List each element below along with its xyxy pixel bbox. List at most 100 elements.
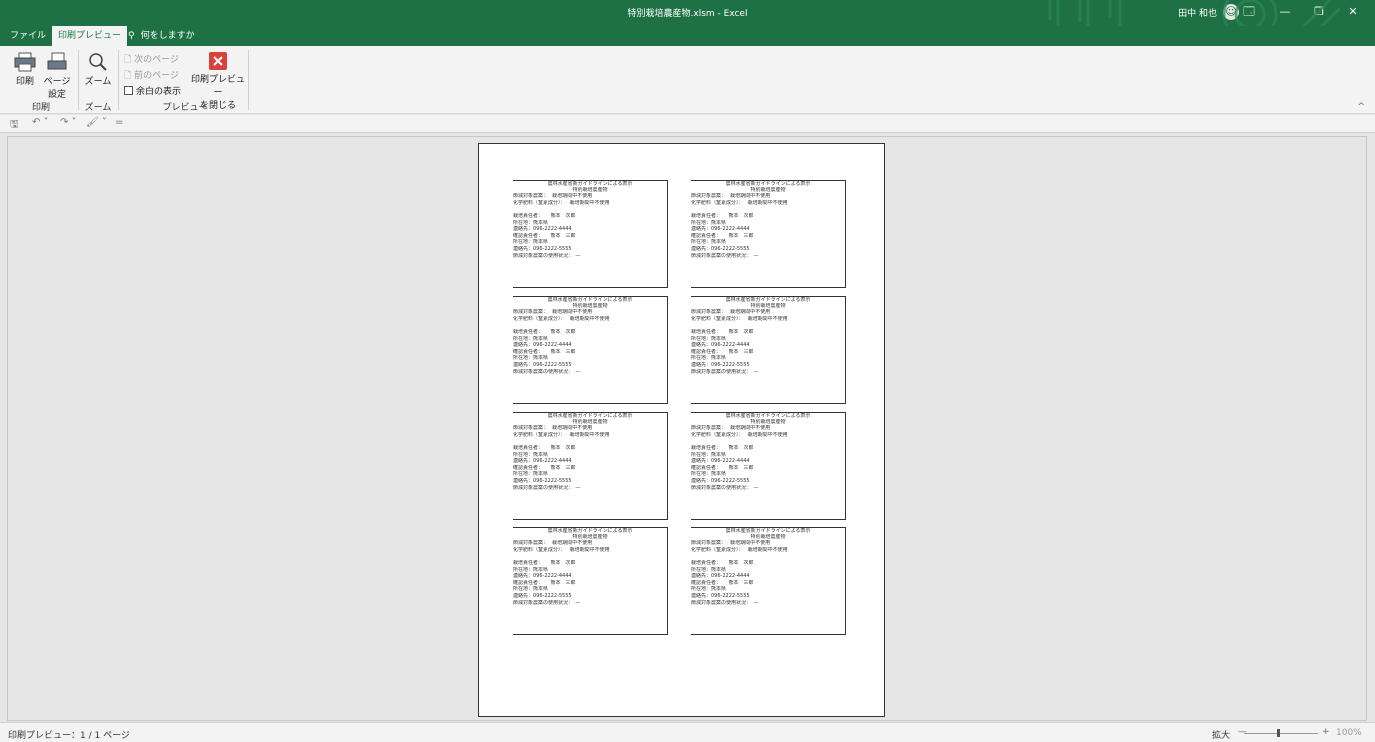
group-label-zoom: ズーム — [84, 103, 112, 113]
tab-file[interactable]: ファイル — [4, 26, 52, 46]
next-page-button[interactable]: 🗋 次のページ — [124, 52, 179, 68]
label-row: 確認責任者： 熊本 三郎 — [513, 232, 576, 239]
redo-icon[interactable]: ↷ ˅ — [60, 117, 77, 128]
label-block: 農林水産省新ガイドラインによる表示 特別栽培農産物 節減対象農薬： 栽培期間中不使用… — [691, 527, 846, 635]
label-row: 栽培責任者： 熊本 次郎 — [691, 559, 754, 566]
label-row: 連絡先：096-2222-5555 — [513, 361, 572, 368]
label-title: 農林水産省新ガイドラインによる表示 — [513, 296, 667, 303]
label-row: 所在地：熊本県 — [691, 451, 727, 458]
label-subtitle: 特別栽培農産物 — [750, 418, 786, 425]
label-row: 化学肥料（窒素成分）： 栽培期間中不使用 — [513, 315, 610, 322]
label-row: 節減対象農薬の使用状況： — — [513, 484, 581, 491]
label-row: 栽培責任者： 熊本 次郎 — [691, 328, 754, 335]
label-subtitle: 特別栽培農産物 — [750, 186, 786, 193]
label-spacer — [691, 206, 845, 213]
label-row: 確認責任者： 熊本 三郎 — [691, 464, 754, 471]
preview-page: 農林水産省新ガイドラインによる表示 特別栽培農産物 節減対象農薬： 栽培期間中不使用… — [478, 143, 885, 717]
label-row: 栽培責任者： 熊本 次郎 — [691, 444, 754, 451]
status-text: 印刷プレビュー：1 / 1 ページ — [8, 731, 130, 741]
label-row: 連絡先：096-2222-4444 — [513, 573, 572, 580]
page-setup-label-1: ページ — [43, 77, 71, 87]
tab-print-preview[interactable]: 印刷プレビュー — [52, 26, 128, 46]
label-row: 所在地：熊本県 — [513, 355, 549, 362]
label-block: 農林水産省新ガイドラインによる表示 特別栽培農産物 節減対象農薬： 栽培期間中不使用… — [691, 412, 846, 520]
page-setup-button[interactable]: ページ 設定 — [42, 52, 72, 100]
label-subtitle: 特別栽培農産物 — [750, 302, 786, 309]
label-row: 確認責任者： 熊本 三郎 — [513, 579, 576, 586]
label-row: 節減対象農薬の使用状況： — — [691, 484, 759, 491]
zoom-button[interactable]: ズーム — [84, 52, 112, 87]
label-subtitle: 特別栽培農産物 — [572, 418, 608, 425]
label-subtitle: 特別栽培農産物 — [572, 186, 608, 193]
next-page-label: 次のページ — [134, 55, 179, 65]
label-row: 節減対象農薬： 栽培期間中不使用 — [513, 425, 593, 432]
label-row: 栽培責任者： 熊本 次郎 — [513, 559, 576, 566]
zoom-slider-thumb[interactable] — [1277, 729, 1280, 737]
label-row: 節減対象農薬： 栽培期間中不使用 — [513, 309, 593, 316]
label-row: 栽培責任者： 熊本 次郎 — [691, 212, 754, 219]
label-row: 所在地：熊本県 — [691, 566, 727, 573]
zoom-percent: 100% — [1336, 728, 1362, 738]
label-row: 所在地：熊本県 — [691, 239, 727, 246]
prev-page-icon: 🗋 — [124, 71, 135, 81]
label-row: 連絡先：096-2222-5555 — [691, 592, 750, 599]
label-row: 連絡先：096-2222-4444 — [691, 458, 750, 465]
tell-me-box[interactable]: ⚲ 何をしますか — [128, 26, 195, 46]
label-row: 節減対象農薬の使用状況： — — [513, 599, 581, 606]
label-title: 農林水産省新ガイドラインによる表示 — [691, 527, 845, 534]
label-row: 連絡先：096-2222-4444 — [691, 342, 750, 349]
zoom-status-label[interactable]: 拡大 — [1212, 728, 1230, 741]
excel-window: 特別栽培農産物.xlsm - Excel 田中 和也 ☺ 🗔 — ❐ ✕ ファイ… — [0, 0, 1375, 742]
customize-qat-icon[interactable]: = — [115, 117, 123, 128]
label-row: 化学肥料（窒素成分）： 栽培期間中不使用 — [691, 199, 788, 206]
label-row: 節減対象農薬： 栽培期間中不使用 — [691, 540, 771, 547]
label-row: 連絡先：096-2222-4444 — [691, 573, 750, 580]
label-spacer — [691, 322, 845, 329]
page-setup-icon — [47, 52, 67, 70]
label-spacer — [513, 322, 667, 329]
zoom-in-button[interactable]: + — [1322, 727, 1330, 737]
label-block: 農林水産省新ガイドラインによる表示 特別栽培農産物 節減対象農薬： 栽培期間中不使用… — [691, 180, 846, 288]
brush-icon[interactable]: 🖌 ˅ — [86, 117, 107, 128]
label-row: 節減対象農薬の使用状況： — — [691, 252, 759, 259]
zoom-slider[interactable] — [1244, 733, 1318, 734]
label-title: 農林水産省新ガイドラインによる表示 — [513, 527, 667, 534]
label-title: 農林水産省新ガイドラインによる表示 — [513, 412, 667, 419]
label-title: 農林水産省新ガイドラインによる表示 — [513, 180, 667, 187]
tell-me-text: 何をしますか — [140, 31, 195, 41]
label-row: 節減対象農薬： 栽培期間中不使用 — [691, 425, 771, 432]
undo-icon[interactable]: ↶ ˅ — [32, 117, 49, 128]
label-row: 節減対象農薬の使用状況： — — [513, 368, 581, 375]
label-row: 所在地：熊本県 — [691, 471, 727, 478]
label-row: 確認責任者： 熊本 三郎 — [513, 348, 576, 355]
close-button[interactable]: ✕ — [1343, 4, 1363, 20]
label-row: 所在地：熊本県 — [691, 586, 727, 593]
label-row: 化学肥料（窒素成分）： 栽培期間中不使用 — [513, 431, 610, 438]
show-margins-checkbox[interactable]: 余白の表示 — [124, 84, 181, 97]
ribbon-separator — [78, 50, 79, 110]
print-button[interactable]: 印刷 — [12, 52, 38, 87]
quick-access-toolbar: 🖫 ↶ ˅ ↷ ˅ 🖌 ˅ = — [0, 115, 1375, 133]
label-row: 所在地：熊本県 — [691, 355, 727, 362]
label-row: 節減対象農薬： 栽培期間中不使用 — [691, 193, 771, 200]
label-spacer — [691, 438, 845, 445]
label-row: 確認責任者： 熊本 三郎 — [691, 348, 754, 355]
collapse-ribbon-icon[interactable]: ^ — [1357, 102, 1365, 112]
label-row: 連絡先：096-2222-4444 — [513, 342, 572, 349]
label-row: 連絡先：096-2222-4444 — [513, 226, 572, 233]
checkbox-box[interactable] — [124, 86, 133, 95]
label-row: 所在地：熊本県 — [513, 566, 549, 573]
label-block: 農林水産省新ガイドラインによる表示 特別栽培農産物 節減対象農薬： 栽培期間中不使用… — [513, 180, 668, 288]
label-block: 農林水産省新ガイドラインによる表示 特別栽培農産物 節減対象農薬： 栽培期間中不使用… — [513, 527, 668, 635]
label-row: 栽培責任者： 熊本 次郎 — [513, 444, 576, 451]
label-row: 節減対象農薬： 栽培期間中不使用 — [513, 540, 593, 547]
label-row: 節減対象農薬の使用状況： — — [691, 599, 759, 606]
magnifier-icon — [89, 53, 107, 71]
zoom-out-button[interactable]: — — [1238, 727, 1247, 737]
prev-page-button[interactable]: 🗋 前のページ — [124, 68, 179, 84]
label-row: 節減対象農薬： 栽培期間中不使用 — [691, 309, 771, 316]
label-subtitle: 特別栽培農産物 — [572, 533, 608, 540]
save-icon[interactable]: 🖫 — [10, 117, 19, 134]
label-row: 連絡先：096-2222-4444 — [691, 226, 750, 233]
label-row: 連絡先：096-2222-5555 — [513, 592, 572, 599]
